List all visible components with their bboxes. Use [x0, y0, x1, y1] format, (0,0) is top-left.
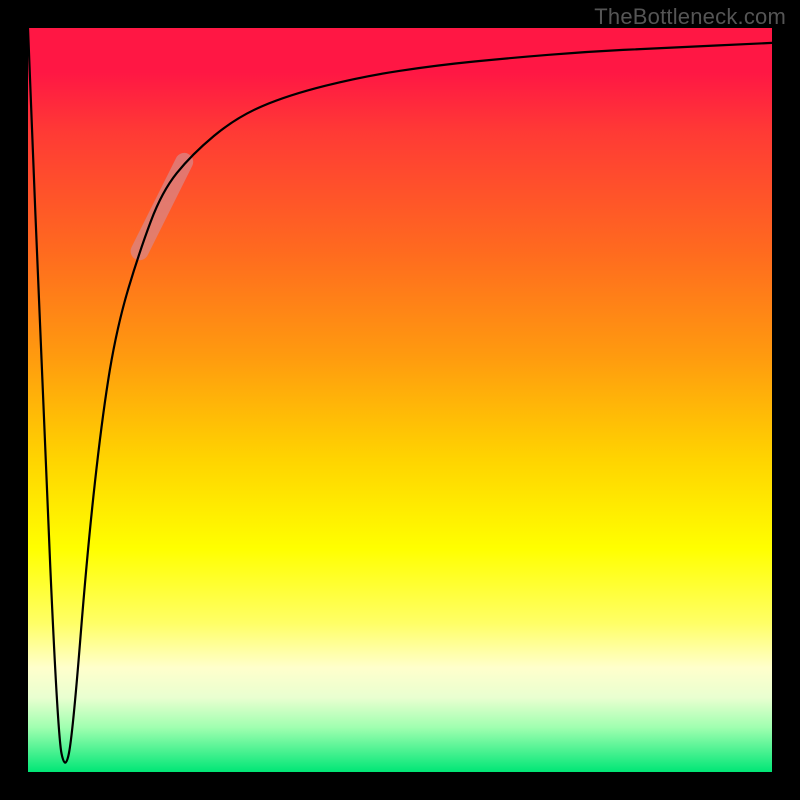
highlight-segment [140, 162, 185, 251]
plot-area [28, 28, 772, 772]
bottleneck-curve [28, 28, 772, 763]
watermark-text: TheBottleneck.com [594, 4, 786, 30]
curve-svg [28, 28, 772, 772]
chart-frame: TheBottleneck.com [0, 0, 800, 800]
